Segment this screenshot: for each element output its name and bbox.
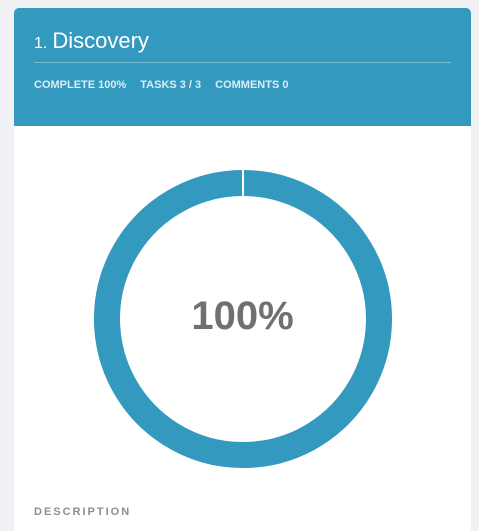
meta-complete-label: COMPLETE	[34, 79, 96, 91]
phase-card: 1. Discovery COMPLETE 100% TASKS 3 / 3 C…	[14, 8, 471, 531]
meta-comments-value: 0	[282, 79, 289, 91]
meta-tasks-label: TASKS	[140, 79, 177, 91]
meta-comments-label: COMMENTS	[215, 79, 280, 91]
header-divider	[34, 62, 451, 63]
meta-tasks-value: 3 / 3	[179, 79, 202, 91]
description-label: DESCRIPTION	[34, 506, 132, 518]
progress-percent: 100%	[191, 294, 294, 338]
progress-section: 100%	[14, 126, 471, 486]
step-number: 1.	[34, 35, 48, 52]
meta-complete-value: 100%	[98, 79, 127, 91]
meta-tasks[interactable]: TASKS 3 / 3	[140, 79, 201, 91]
card-title[interactable]: 1. Discovery	[34, 28, 149, 54]
card-header: 1. Discovery COMPLETE 100% TASKS 3 / 3 C…	[14, 8, 471, 126]
meta-complete: COMPLETE 100%	[34, 79, 126, 91]
card-meta: COMPLETE 100% TASKS 3 / 3 COMMENTS 0	[34, 79, 288, 91]
phase-title: Discovery	[52, 28, 149, 53]
meta-comments[interactable]: COMMENTS 0	[215, 79, 288, 91]
